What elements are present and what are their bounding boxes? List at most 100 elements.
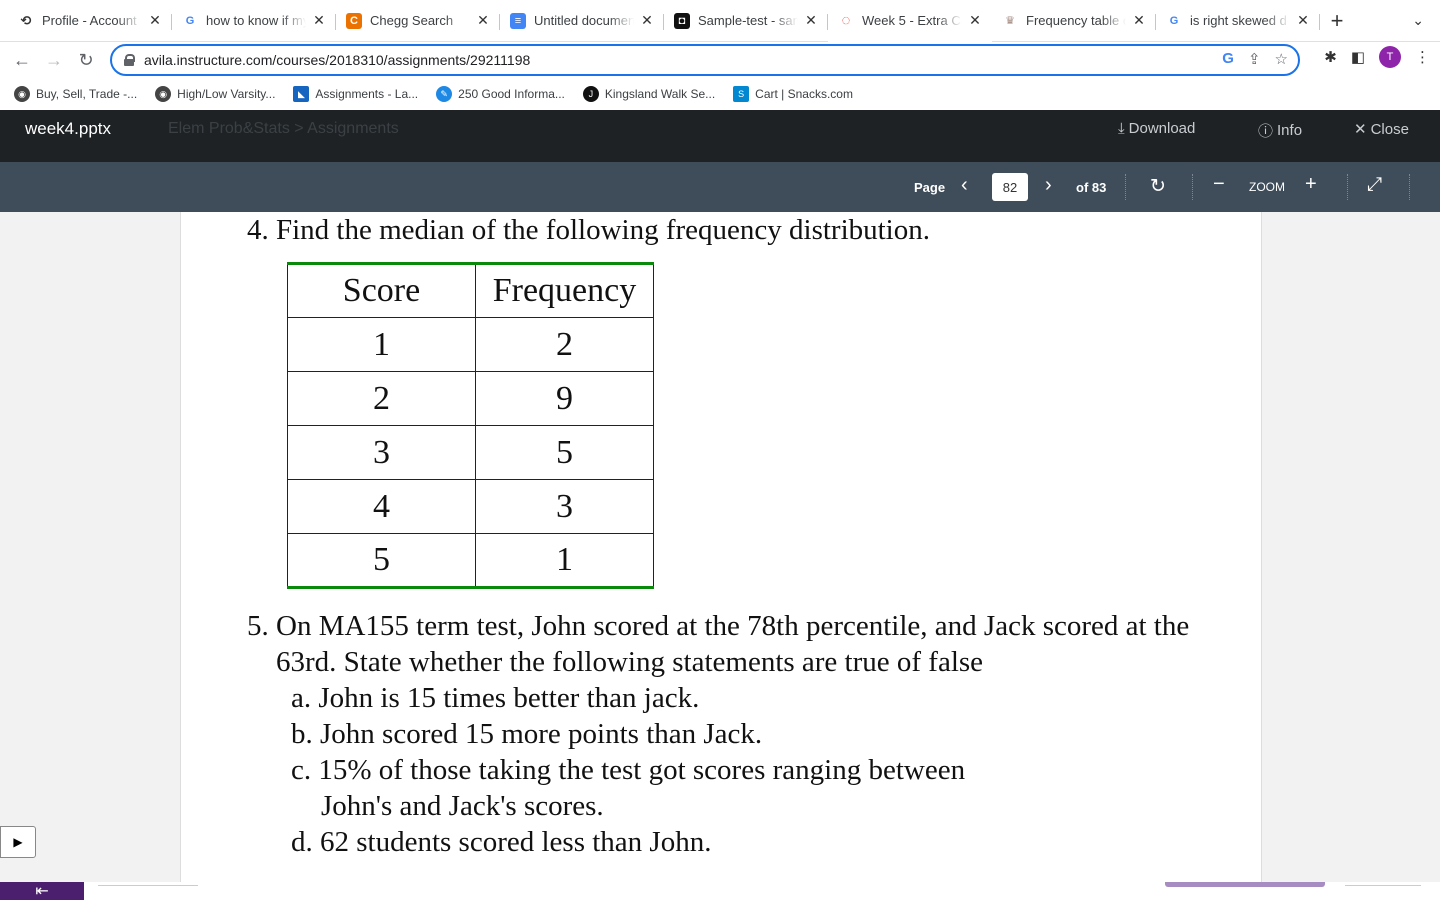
close-tab-icon[interactable]: ✕ [476, 12, 490, 29]
expand-sidebar-play-icon[interactable]: ▶ [0, 826, 36, 858]
table-cell: 2 [475, 317, 654, 372]
table-cell: 1 [287, 317, 476, 372]
profile-icon: ⟲ [20, 12, 32, 28]
extensions-puzzle-icon[interactable]: ✱ [1324, 48, 1337, 66]
j-logo-icon: J [582, 86, 599, 102]
table-row: 35 [287, 425, 654, 480]
viewer-header: week4.pptx Elem Prob&Stats > Assignments… [0, 110, 1440, 162]
table-header: Score [287, 262, 476, 318]
new-tab-button[interactable]: + [1320, 0, 1354, 42]
share-icon[interactable]: ⇪ [1248, 50, 1261, 68]
bookmark-label: Cart | Snacks.com [755, 87, 853, 101]
bottom-bar: ⇤ [0, 882, 1440, 900]
close-tab-icon[interactable]: ✕ [312, 12, 326, 29]
info-button[interactable]: ⓘ Info [1258, 120, 1302, 141]
table-cell: 3 [287, 425, 476, 480]
bookmark-buy-sell-trade[interactable]: ◉ Buy, Sell, Trade -... [14, 86, 137, 102]
address-bar[interactable]: avila.instructure.com/courses/2018310/as… [110, 44, 1300, 76]
collapse-nav-arrow-icon[interactable]: ⇤ [0, 882, 84, 900]
tab-google-search[interactable]: G how to know if my ✕ [172, 0, 336, 42]
google-translate-icon[interactable]: G [1222, 50, 1234, 68]
bookmark-site-icon: ◣ [293, 86, 310, 102]
tab-frequency-table[interactable]: ♛ Frequency table c ✕ [992, 0, 1156, 42]
table-cell: 2 [287, 371, 476, 426]
info-icon: ⓘ [1258, 123, 1274, 140]
tab-title: Chegg Search [370, 13, 454, 28]
lock-icon[interactable] [124, 54, 135, 66]
statement-b: b. John scored 15 more points than Jack. [291, 718, 763, 750]
bookmark-assignments[interactable]: ◣ Assignments - La... [293, 86, 418, 102]
table-row: 43 [287, 479, 654, 534]
viewer-toolbar: Page ‹ 82 › of 83 ↻ − ZOOM + ⤢ [0, 162, 1440, 212]
zoom-label: ZOOM [1249, 180, 1285, 194]
tab-week5[interactable]: ◌ Week 5 - Extra Cr ✕ [828, 0, 992, 42]
question-5-line-1: 5. On MA155 term test, John scored at th… [247, 610, 1190, 642]
forward-arrow-icon[interactable]: → [38, 44, 70, 76]
fullscreen-icon[interactable]: ⤢ [1367, 174, 1382, 196]
info-label: Info [1277, 122, 1303, 139]
download-button[interactable]: ⤓ Download [1118, 120, 1195, 137]
tab-strip: ⟲ Profile - Account ✕ G how to know if m… [0, 0, 1440, 42]
tab-profile[interactable]: ⟲ Profile - Account ✕ [8, 0, 172, 42]
tab-right-skewed[interactable]: G is right skewed d ✕ [1156, 0, 1320, 42]
close-label: Close [1370, 120, 1409, 138]
bookmark-label: High/Low Varsity... [177, 87, 276, 101]
table-row: 12 [287, 317, 654, 372]
tab-title: Frequency table c [1026, 13, 1126, 28]
tab-chegg[interactable]: C Chegg Search ✕ [336, 0, 500, 42]
table-cell: 1 [475, 533, 654, 589]
question-5-line-2: 63rd. State whether the following statem… [276, 646, 984, 678]
kebab-menu-icon[interactable]: ⋮ [1415, 48, 1430, 66]
tab-title: Sample-test - sam [698, 13, 798, 28]
close-tab-icon[interactable]: ✕ [148, 12, 162, 29]
tab-title: Profile - Account [42, 13, 137, 28]
close-tab-icon[interactable]: ✕ [1296, 12, 1310, 29]
tab-sample-test[interactable]: ◘ Sample-test - sam ✕ [664, 0, 828, 42]
next-page-chevron-icon[interactable]: › [1045, 174, 1052, 197]
table-cell: 5 [475, 425, 654, 480]
statement-a: a. John is 15 times better than jack. [291, 682, 700, 714]
side-panel-icon[interactable]: ◧ [1351, 48, 1365, 66]
question-5: 5. On MA155 term test, John scored at th… [247, 608, 1189, 860]
google-icon: G [1169, 14, 1179, 27]
zoom-in-icon[interactable]: + [1305, 173, 1317, 196]
close-button[interactable]: ✕ Close [1354, 120, 1409, 139]
close-tab-icon[interactable]: ✕ [804, 12, 818, 29]
table-cell: 3 [475, 479, 654, 534]
bookmark-high-low-varsity[interactable]: ◉ High/Low Varsity... [155, 86, 275, 102]
close-tab-icon[interactable]: ✕ [640, 12, 654, 29]
back-arrow-icon[interactable]: ← [6, 44, 38, 76]
profile-avatar[interactable]: T [1379, 46, 1401, 68]
bookmark-kingsland-walk[interactable]: J Kingsland Walk Se... [582, 86, 716, 102]
frequency-table: Score Frequency 12 29 35 43 51 [287, 262, 654, 589]
table-row: 51 [287, 533, 654, 589]
sample-icon: ◘ [674, 12, 690, 29]
slide-page: 4. Find the median of the following freq… [180, 212, 1262, 882]
table-header-row: Score Frequency [287, 262, 654, 318]
canvas-icon: ◌ [841, 12, 851, 29]
progress-indicator [1165, 882, 1325, 887]
table-row: 29 [287, 371, 654, 426]
page-number-input[interactable]: 82 [992, 173, 1028, 201]
table-cell: 5 [287, 533, 476, 589]
close-tab-icon[interactable]: ✕ [1132, 12, 1146, 29]
rotate-icon[interactable]: ↻ [1150, 175, 1166, 198]
zoom-out-icon[interactable]: − [1213, 173, 1225, 196]
statement-c-continued: John's and Jack's scores. [321, 790, 604, 822]
tab-docs[interactable]: ≡ Untitled document ✕ [500, 0, 664, 42]
bookmark-label: Buy, Sell, Trade -... [36, 87, 138, 101]
page-label: Page [914, 180, 946, 195]
reload-icon[interactable]: ↻ [70, 44, 102, 76]
tab-search-chevron-icon[interactable]: ⌄ [1412, 12, 1424, 29]
bookmark-snacks[interactable]: S Cart | Snacks.com [733, 86, 853, 102]
bookmark-label: Kingsland Walk Se... [604, 87, 716, 101]
google-icon: G [185, 14, 195, 27]
prev-page-chevron-icon[interactable]: ‹ [961, 174, 968, 197]
file-name: week4.pptx [25, 119, 111, 138]
table-header: Frequency [475, 262, 654, 318]
bookmarks-bar: ◉ Buy, Sell, Trade -... ◉ High/Low Varsity… [0, 80, 1440, 108]
close-tab-icon[interactable]: ✕ [968, 12, 982, 29]
bookmark-star-icon[interactable]: ☆ [1275, 50, 1288, 68]
statement-c: c. 15% of those taking the test got scor… [291, 754, 966, 786]
bookmark-250-good-informa[interactable]: ✎ 250 Good Informa... [436, 86, 565, 102]
